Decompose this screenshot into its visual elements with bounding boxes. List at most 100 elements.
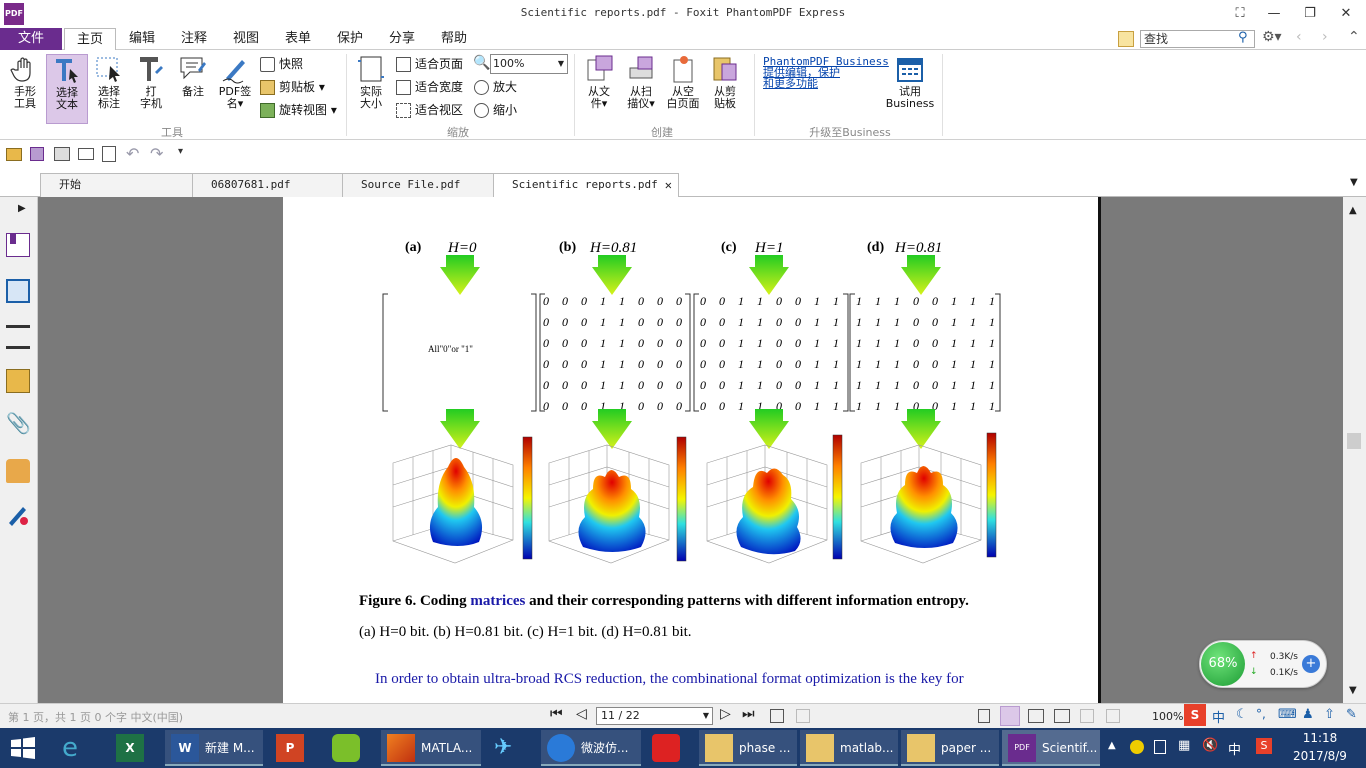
ime-user-icon[interactable]: ♟ <box>1302 707 1314 722</box>
signature-icon[interactable] <box>6 503 30 527</box>
continuous-page-icon[interactable] <box>1000 706 1020 726</box>
zoom-out-button[interactable]: 缩小 <box>474 100 517 120</box>
taskbar-feiq[interactable]: ✈ <box>488 730 538 766</box>
clock-time[interactable]: 11:18 <box>1290 731 1350 745</box>
next-page-icon[interactable]: ▷ <box>720 706 731 722</box>
taskbar-ie[interactable]: e <box>56 730 106 766</box>
extract-page-icon[interactable] <box>770 709 784 723</box>
previous-page-icon[interactable]: ◁ <box>576 706 587 722</box>
tray-security-icon[interactable] <box>1130 740 1144 754</box>
layers-icon[interactable] <box>6 325 30 349</box>
first-page-icon[interactable]: ⏮ <box>550 706 563 722</box>
taskbar-matlab[interactable]: MATLA... <box>381 730 481 766</box>
taskbar-excel[interactable]: X <box>110 730 160 766</box>
taskbar-foxit[interactable]: PDF Scientif... <box>1002 730 1100 766</box>
customize-qat-icon[interactable]: ▾ <box>178 146 183 157</box>
page-number-input[interactable]: 11 / 22 ▼ <box>596 707 713 725</box>
snapshot-button[interactable]: 快照 <box>260 54 303 74</box>
create-blank-button[interactable]: 从空 白页面 <box>662 54 704 124</box>
back-arrow-icon[interactable]: ‹ <box>1296 29 1302 45</box>
upgrade-link[interactable]: PhantomPDF Business 提供编辑，保护 和更多功能 <box>763 56 889 89</box>
rotate-view-button[interactable]: 旋转视图 ▾ <box>260 100 337 120</box>
print-icon[interactable] <box>54 147 70 161</box>
tab-source-file[interactable]: Source File.pdf <box>342 173 494 197</box>
ime-upload-icon[interactable]: ⇧ <box>1324 707 1335 722</box>
ime-chinese-icon[interactable]: 中 <box>1212 707 1225 726</box>
facing-page-icon[interactable] <box>1028 709 1044 723</box>
redo-icon[interactable]: ↷ <box>150 144 163 163</box>
ime-settings-icon[interactable]: ✎ <box>1346 707 1357 722</box>
fit-page-button[interactable]: 适合页面 <box>396 54 463 74</box>
tray-sogou-icon[interactable]: S <box>1256 738 1272 754</box>
menu-comment[interactable]: 注释 <box>172 28 216 50</box>
memory-ball[interactable]: 68% <box>1201 642 1245 686</box>
taskbar-wechat[interactable] <box>326 730 376 766</box>
scan-icon[interactable] <box>78 148 94 160</box>
fit-visible-button[interactable]: 适合视区 <box>396 100 463 120</box>
menu-view[interactable]: 视图 <box>224 28 268 50</box>
tray-usb-icon[interactable] <box>1154 740 1166 754</box>
search-icon[interactable]: ⚲ <box>1238 30 1248 45</box>
taskbar-browser[interactable]: 微波仿... <box>541 730 641 766</box>
taskbar-powerpoint[interactable]: P <box>270 730 320 766</box>
scroll-thumb[interactable] <box>1347 433 1361 449</box>
taskbar-word[interactable]: W 新建 M... <box>165 730 263 766</box>
scroll-down-icon[interactable]: ▼ <box>1349 685 1357 696</box>
tab-start[interactable]: 开始 <box>40 173 195 197</box>
pages-icon[interactable] <box>6 279 30 303</box>
note-button[interactable]: 备注 <box>172 54 214 124</box>
close-tab-icon[interactable]: ✕ <box>665 174 672 196</box>
tab-scientific-reports[interactable]: Scientific reports.pdf ✕ <box>493 173 679 198</box>
tab-list-icon[interactable]: ▼ <box>1350 177 1358 188</box>
rotate-left-icon[interactable] <box>1080 709 1094 723</box>
zoom-in-button[interactable]: 放大 <box>474 77 517 97</box>
single-page-icon[interactable] <box>978 709 990 723</box>
comments-icon[interactable] <box>6 369 30 393</box>
ime-moon-icon[interactable]: ☾ <box>1236 707 1248 722</box>
network-speed-widget[interactable]: 68% ↑ 0.3K/s ↓ 0.1K/s + <box>1199 640 1327 688</box>
close-button[interactable]: ✕ <box>1334 4 1358 24</box>
forward-arrow-icon[interactable]: › <box>1322 29 1328 45</box>
insert-page-icon[interactable] <box>796 709 810 723</box>
menu-edit[interactable]: 编辑 <box>120 28 164 50</box>
menu-file[interactable]: 文件 <box>0 28 62 50</box>
taskbar-folder-phase[interactable]: phase ... <box>699 730 797 766</box>
scroll-up-icon[interactable]: ▲ <box>1349 205 1357 216</box>
new-doc-icon[interactable] <box>102 146 116 162</box>
actual-size-button[interactable]: 实际 大小 <box>350 54 392 124</box>
expand-panel-icon[interactable]: ▶ <box>18 203 26 214</box>
create-from-file-button[interactable]: 从文 件▾ <box>578 54 620 124</box>
menu-share[interactable]: 分享 <box>380 28 424 50</box>
search-folder-icon[interactable] <box>1118 31 1134 47</box>
rotate-right-icon[interactable] <box>1106 709 1120 723</box>
create-from-scanner-button[interactable]: 从扫 描仪▾ <box>620 54 662 124</box>
windows-start-icon[interactable] <box>10 736 36 760</box>
zoom-select[interactable]: 100% ▼ <box>490 54 568 74</box>
fit-width-button[interactable]: 适合宽度 <box>396 77 463 97</box>
menu-help[interactable]: 帮助 <box>432 28 476 50</box>
lock-icon[interactable] <box>6 459 30 483</box>
tray-expand-icon[interactable]: ▲ <box>1108 740 1116 751</box>
ime-keyboard-icon[interactable]: ⌨ <box>1278 707 1297 722</box>
undo-icon[interactable]: ↶ <box>126 144 139 163</box>
tray-ime-indicator[interactable]: 中 <box>1228 739 1241 758</box>
open-folder-icon[interactable] <box>6 148 22 161</box>
attachment-icon[interactable]: 📎 <box>6 411 31 435</box>
taskbar-folder-paper[interactable]: paper ... <box>901 730 999 766</box>
collapse-ribbon-icon[interactable]: ⌃ <box>1348 29 1360 45</box>
plus-icon[interactable]: + <box>1302 655 1320 673</box>
vertical-scrollbar[interactable]: ▲ ▼ <box>1343 197 1366 703</box>
menu-protect[interactable]: 保护 <box>328 28 372 50</box>
typewriter-button[interactable]: 打 字机 <box>130 54 172 124</box>
clock-date[interactable]: 2017/8/9 <box>1290 749 1350 763</box>
create-from-clipboard-button[interactable]: 从剪 贴板 <box>704 54 746 124</box>
taskbar-youdao[interactable] <box>646 730 696 766</box>
minimize-button[interactable]: — <box>1262 4 1286 24</box>
try-business-button[interactable]: 试用 Business <box>884 54 936 124</box>
select-annotation-button[interactable]: 选择 标注 <box>88 54 130 124</box>
save-icon[interactable] <box>30 147 44 161</box>
continuous-facing-icon[interactable] <box>1054 709 1070 723</box>
bookmark-icon[interactable] <box>6 233 30 257</box>
hand-tool-button[interactable]: 手形 工具 <box>4 54 46 124</box>
ime-punct-icon[interactable]: °, <box>1256 707 1266 721</box>
